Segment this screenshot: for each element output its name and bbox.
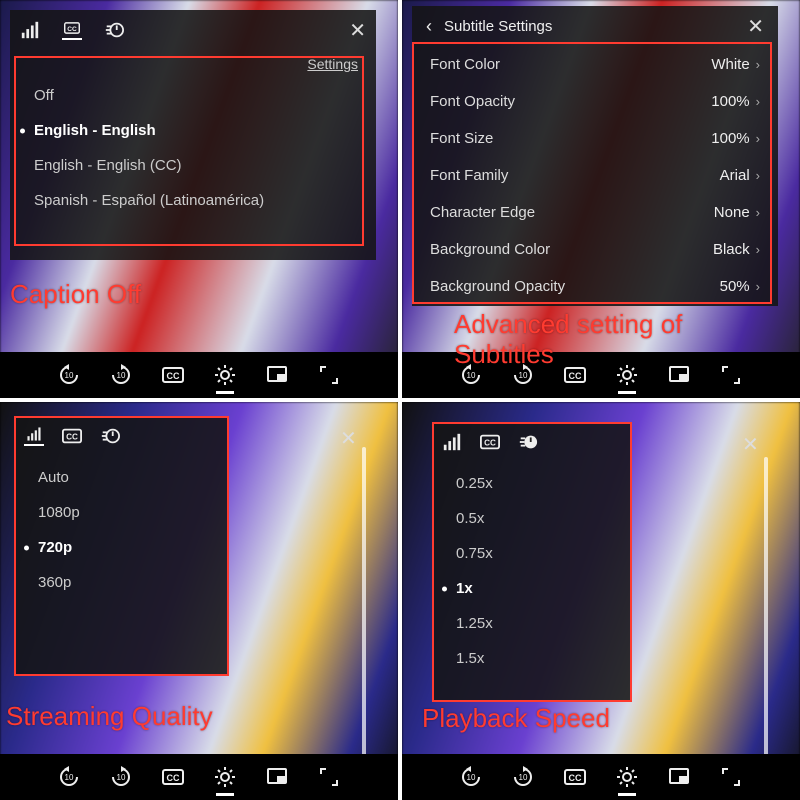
quality-option[interactable]: 720p (14, 530, 229, 565)
panel-tabs: ✕ (10, 10, 376, 50)
cc-icon[interactable] (162, 766, 184, 788)
setting-row[interactable]: Font FamilyArial› (412, 157, 778, 194)
cc-tab-icon[interactable] (62, 20, 82, 40)
close-icon[interactable]: ✕ (747, 14, 764, 39)
forward-10-icon[interactable] (512, 364, 534, 386)
rewind-10-icon[interactable] (58, 364, 80, 386)
close-icon[interactable]: ✕ (349, 18, 366, 43)
forward-10-icon[interactable] (110, 766, 132, 788)
rewind-10-icon[interactable] (460, 364, 482, 386)
quality-tab-icon[interactable] (20, 20, 40, 40)
cc-tab-icon[interactable] (62, 426, 82, 446)
scrollbar[interactable] (764, 457, 768, 790)
caption-option[interactable]: Spanish - Español (Latinoamérica) (10, 183, 376, 218)
quality-tab-icon[interactable] (24, 426, 44, 446)
gear-icon[interactable] (616, 766, 638, 788)
quality-options: Auto 1080p 720p 360p (14, 456, 229, 610)
setting-row[interactable]: Character EdgeNone› (412, 194, 778, 231)
cc-icon[interactable] (564, 766, 586, 788)
caption-option[interactable]: Off (10, 78, 376, 113)
player-controls (402, 754, 800, 800)
subtitle-settings-panel: ‹ Subtitle Settings ✕ Font ColorWhite› F… (412, 6, 778, 306)
panel-title: Subtitle Settings (444, 18, 552, 35)
panel-tabs (432, 422, 632, 462)
subtitle-settings-link[interactable]: Settings (10, 50, 376, 74)
speed-options: 0.25x 0.5x 0.75x 1x 1.25x 1.5x (432, 462, 632, 686)
panel-header: ‹ Subtitle Settings ✕ (412, 6, 778, 46)
rewind-10-icon[interactable] (460, 766, 482, 788)
player-controls (0, 352, 398, 398)
pip-icon[interactable] (266, 766, 288, 788)
scrollbar[interactable] (362, 447, 366, 790)
fullscreen-icon[interactable] (720, 364, 742, 386)
speed-option[interactable]: 1.25x (432, 606, 632, 641)
caption-option[interactable]: English - English (10, 113, 376, 148)
forward-10-icon[interactable] (512, 766, 534, 788)
gear-icon[interactable] (616, 364, 638, 386)
speed-panel: 0.25x 0.5x 0.75x 1x 1.25x 1.5x (432, 422, 632, 702)
close-icon[interactable]: ✕ (340, 426, 357, 451)
setting-row[interactable]: Font Opacity100%› (412, 83, 778, 120)
fullscreen-icon[interactable] (318, 766, 340, 788)
gear-icon[interactable] (214, 766, 236, 788)
quadrant-quality: Auto 1080p 720p 360p ✕ Streaming Quality (0, 402, 398, 800)
speed-tab-icon[interactable] (104, 20, 124, 40)
captions-panel: ✕ Settings Off English - English English… (10, 10, 376, 260)
caption-options: Off English - English English - English … (10, 74, 376, 228)
gear-icon[interactable] (214, 364, 236, 386)
speed-option[interactable]: 1x (432, 571, 632, 606)
quality-panel: Auto 1080p 720p 360p (14, 416, 229, 676)
fullscreen-icon[interactable] (720, 766, 742, 788)
player-controls (0, 754, 398, 800)
setting-row[interactable]: Font Size100%› (412, 120, 778, 157)
cc-tab-icon[interactable] (480, 432, 500, 452)
close-icon[interactable]: ✕ (742, 432, 759, 457)
pip-icon[interactable] (668, 364, 690, 386)
setting-row[interactable]: Font ColorWhite› (412, 46, 778, 83)
setting-row[interactable]: Background Opacity50%› (412, 268, 778, 305)
panel-tabs (14, 416, 229, 456)
quality-option[interactable]: 360p (14, 565, 229, 600)
quality-option[interactable]: 1080p (14, 495, 229, 530)
quadrant-captions: ✕ Settings Off English - English English… (0, 0, 398, 398)
fullscreen-icon[interactable] (318, 364, 340, 386)
speed-option[interactable]: 1.5x (432, 641, 632, 676)
caption-option[interactable]: English - English (CC) (10, 148, 376, 183)
player-controls (402, 352, 800, 398)
setting-row[interactable]: Background ColorBlack› (412, 231, 778, 268)
quality-option[interactable]: Auto (14, 460, 229, 495)
speed-option[interactable]: 0.75x (432, 536, 632, 571)
speed-tab-icon[interactable] (518, 432, 538, 452)
back-icon[interactable]: ‹ (426, 16, 432, 37)
quality-tab-icon[interactable] (442, 432, 462, 452)
forward-10-icon[interactable] (110, 364, 132, 386)
quadrant-subtitle-settings: ‹ Subtitle Settings ✕ Font ColorWhite› F… (402, 0, 800, 398)
speed-option[interactable]: 0.25x (432, 466, 632, 501)
pip-icon[interactable] (266, 364, 288, 386)
speed-tab-icon[interactable] (100, 426, 120, 446)
pip-icon[interactable] (668, 766, 690, 788)
rewind-10-icon[interactable] (58, 766, 80, 788)
quadrant-speed: 0.25x 0.5x 0.75x 1x 1.25x 1.5x ✕ Playbac… (402, 402, 800, 800)
speed-option[interactable]: 0.5x (432, 501, 632, 536)
cc-icon[interactable] (564, 364, 586, 386)
cc-icon[interactable] (162, 364, 184, 386)
